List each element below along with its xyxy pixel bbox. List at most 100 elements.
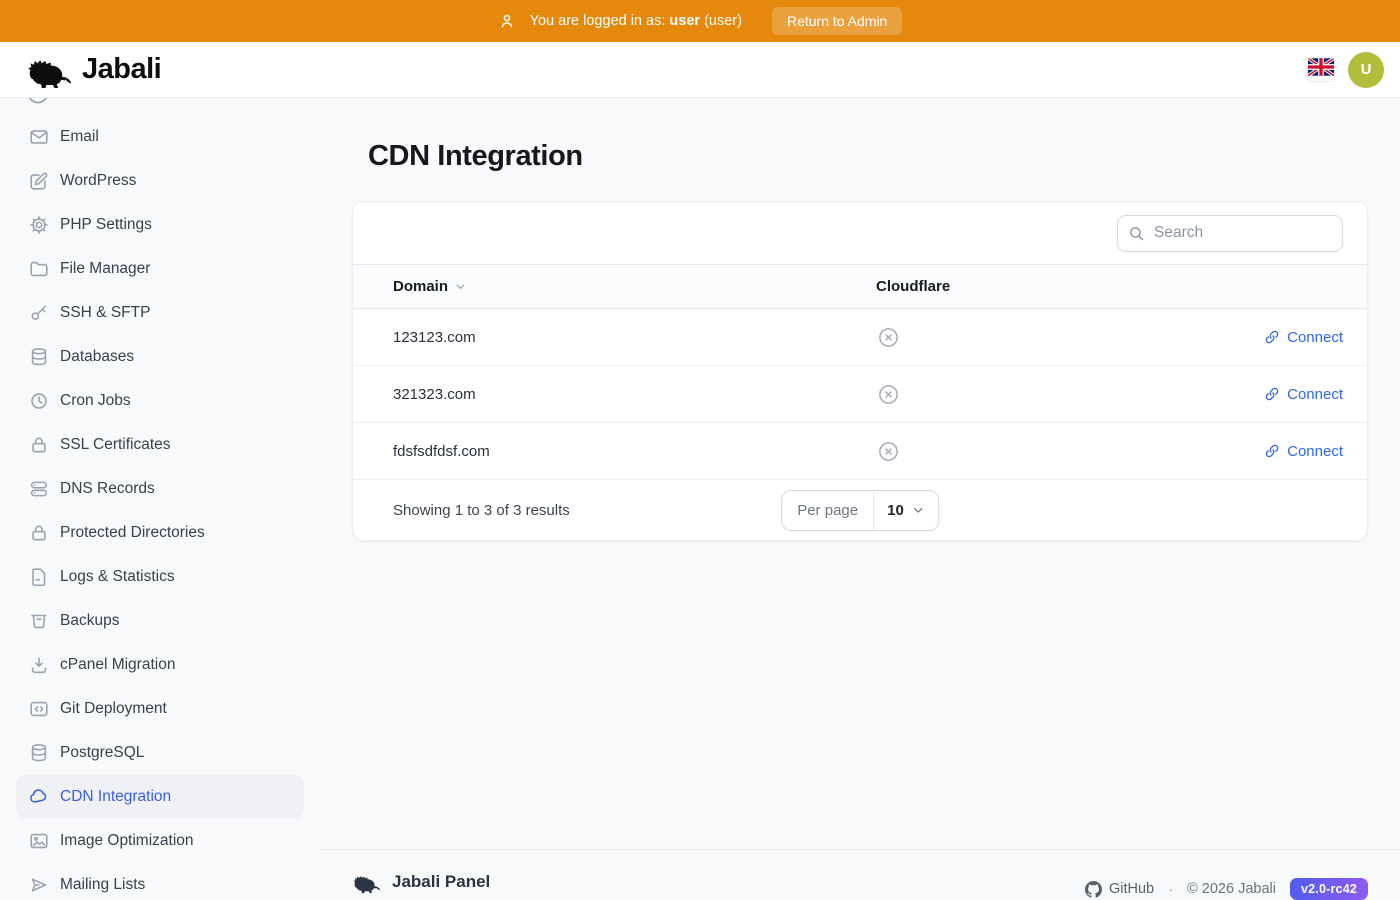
sidebar-item-label: SSH & SFTP <box>60 304 150 322</box>
sidebar-item-mailing-lists[interactable]: Mailing Lists <box>16 863 304 900</box>
per-page-select[interactable]: Per page 10 <box>781 490 939 531</box>
sidebar-item-label: Email <box>60 128 99 146</box>
connect-link[interactable]: Connect <box>1264 443 1343 460</box>
sidebar-item-image-optimization[interactable]: Image Optimization <box>16 819 304 863</box>
app-header: Jabali U <box>0 42 1400 98</box>
lock-icon <box>28 522 50 544</box>
document-icon <box>28 566 50 588</box>
sidebar-item-logs-and-statistics[interactable]: Logs & Statistics <box>16 555 304 599</box>
database-icon <box>28 346 50 368</box>
lock-icon <box>28 434 50 456</box>
x-circle-icon <box>877 326 900 349</box>
paper-plane-icon <box>28 874 50 896</box>
sidebar-item-ssl-certificates[interactable]: SSL Certificates <box>16 423 304 467</box>
table-header: Domain Cloudflare <box>353 264 1367 309</box>
sort-chevron-down-icon <box>454 280 467 293</box>
page-title: CDN Integration <box>368 140 1368 173</box>
table-row: 321323.com Connect <box>353 366 1367 423</box>
github-icon <box>1085 881 1102 898</box>
user-avatar[interactable]: U <box>1348 52 1384 88</box>
uk-flag-icon[interactable] <box>1308 58 1334 81</box>
sidebar-item-label: DNS Records <box>60 480 155 498</box>
table-row: fdsfsdfdsf.com Connect <box>353 423 1367 480</box>
chevron-down-icon <box>911 503 925 517</box>
sidebar-item-label: PHP Settings <box>60 216 152 234</box>
brand-name: Jabali <box>82 53 161 86</box>
table-body: 123123.com Connect 321323.com Connect fd… <box>353 309 1367 480</box>
sidebar-item-wordpress[interactable]: WordPress <box>16 159 304 203</box>
sidebar-item-databases[interactable]: Databases <box>16 335 304 379</box>
brand-logo[interactable]: Jabali <box>26 50 161 90</box>
sidebar-item-cpanel-migration[interactable]: cPanel Migration <box>16 643 304 687</box>
sidebar-item-label: WordPress <box>60 172 136 190</box>
sidebar-item-label: Backups <box>60 612 119 630</box>
boar-icon <box>352 870 382 894</box>
github-label: GitHub <box>1109 881 1154 897</box>
sidebar-item-postgresql[interactable]: PostgreSQL <box>16 731 304 775</box>
sidebar-item-label: cPanel Migration <box>60 656 175 674</box>
sidebar-item-git-deployment[interactable]: Git Deployment <box>16 687 304 731</box>
tray-icon <box>28 610 50 632</box>
table-row: 123123.com Connect <box>353 309 1367 366</box>
search-input[interactable] <box>1117 215 1343 252</box>
sidebar-item-label: CDN Integration <box>60 788 171 806</box>
github-link[interactable]: GitHub <box>1085 881 1154 898</box>
database-icon <box>28 742 50 764</box>
sidebar-item-protected-directories[interactable]: Protected Directories <box>16 511 304 555</box>
x-circle-icon <box>877 440 900 463</box>
domain-cell: fdsfsdfdsf.com <box>353 443 876 460</box>
domain-cell: 321323.com <box>353 386 876 403</box>
footer-brand: Jabali Panel <box>392 872 490 892</box>
download-icon <box>28 654 50 676</box>
sidebar-item-label: PostgreSQL <box>60 744 144 762</box>
image-icon <box>28 830 50 852</box>
pagination-bar: Showing 1 to 3 of 3 results Per page 10 <box>353 480 1367 540</box>
sidebar-item-label: Image Optimization <box>60 832 194 850</box>
sidebar-item-label: Databases <box>60 348 134 366</box>
column-header-cloudflare: Cloudflare <box>876 278 1367 295</box>
sidebar: Email WordPress PHP Settings File Manage… <box>0 98 320 900</box>
sidebar-item-partial <box>0 98 320 113</box>
key-icon <box>28 302 50 324</box>
sidebar-item-cdn-integration[interactable]: CDN Integration <box>16 775 304 819</box>
sidebar-item-label: File Manager <box>60 260 150 278</box>
link-icon <box>1264 329 1280 345</box>
clock-icon <box>28 390 50 412</box>
server-icon <box>28 478 50 500</box>
code-icon <box>28 698 50 720</box>
pencil-square-icon <box>28 170 50 192</box>
folder-icon <box>28 258 50 280</box>
mail-icon <box>28 126 50 148</box>
sidebar-item-dns-records[interactable]: DNS Records <box>16 467 304 511</box>
sidebar-item-label: Mailing Lists <box>60 876 145 894</box>
user-icon <box>498 12 516 30</box>
footer: Jabali Panel GitHub · © 2026 Jabali v2.0… <box>320 849 1400 900</box>
cloud-icon <box>28 786 50 808</box>
sidebar-item-label: Protected Directories <box>60 524 205 542</box>
column-header-domain[interactable]: Domain <box>353 278 876 295</box>
version-badge: v2.0-rc42 <box>1290 878 1368 900</box>
search-icon <box>1128 225 1145 242</box>
return-to-admin-button[interactable]: Return to Admin <box>772 7 902 35</box>
domain-cell: 123123.com <box>353 329 876 346</box>
sidebar-item-label: SSL Certificates <box>60 436 171 454</box>
gear-icon <box>28 214 50 236</box>
sidebar-item-label: Git Deployment <box>60 700 167 718</box>
sidebar-item-backups[interactable]: Backups <box>16 599 304 643</box>
sidebar-item-ssh-and-sftp[interactable]: SSH & SFTP <box>16 291 304 335</box>
x-circle-icon <box>877 383 900 406</box>
sidebar-item-file-manager[interactable]: File Manager <box>16 247 304 291</box>
per-page-value: 10 <box>887 502 904 519</box>
per-page-label: Per page <box>782 491 874 530</box>
sidebar-item-cron-jobs[interactable]: Cron Jobs <box>16 379 304 423</box>
sidebar-item-php-settings[interactable]: PHP Settings <box>16 203 304 247</box>
impersonation-username: user <box>669 13 700 29</box>
results-summary: Showing 1 to 3 of 3 results <box>393 502 570 519</box>
impersonation-text: You are logged in as: user (user) <box>530 13 742 29</box>
impersonation-banner: You are logged in as: user (user) Return… <box>0 0 1400 42</box>
footer-copyright: © 2026 Jabali <box>1187 881 1276 897</box>
sidebar-item-email[interactable]: Email <box>16 115 304 159</box>
connect-link[interactable]: Connect <box>1264 386 1343 403</box>
connect-link[interactable]: Connect <box>1264 329 1343 346</box>
link-icon <box>1264 386 1280 402</box>
